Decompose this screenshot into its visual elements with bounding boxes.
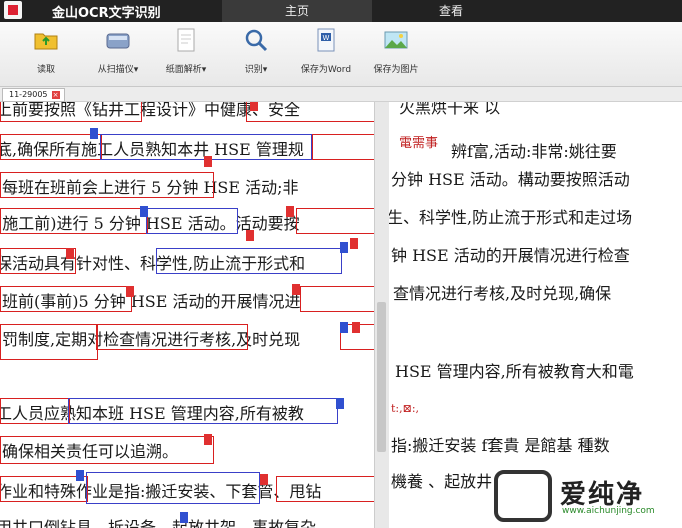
blue-marker-icon (140, 206, 148, 217)
recognition-box[interactable] (0, 476, 88, 502)
save-word-label: 保存为Word (300, 65, 352, 75)
blue-marker-icon (90, 128, 98, 139)
recognition-box[interactable] (0, 134, 102, 160)
page-analyze-icon (177, 28, 195, 52)
blue-marker-icon (340, 242, 348, 253)
recognition-box[interactable] (0, 286, 132, 312)
recognition-box[interactable] (0, 248, 76, 274)
recognition-box[interactable] (276, 476, 374, 502)
save-image-label: 保存为图片 (373, 65, 419, 75)
vertical-scrollbar[interactable] (374, 102, 389, 528)
app-title: 金山OCR文字识别 (52, 6, 161, 21)
close-icon[interactable]: × (51, 90, 60, 99)
ribbon-toolbar: 读取 从扫描仪▾ 纸面解析▾ 识别▾ W 保存为Word 保存为图片 (0, 22, 682, 87)
result-text-line: 火黑烘干来 以 (399, 102, 501, 117)
recognize-button[interactable]: 识别▾ (224, 26, 288, 75)
recognition-box[interactable] (246, 102, 374, 122)
blue-marker-icon (336, 398, 344, 409)
scrollbar-thumb[interactable] (377, 302, 386, 452)
result-pane[interactable]: 火黑烘干来 以 電需事 辨f富,活动:非常:姚往要 分钟 HSE 活动。構动要按… (389, 102, 682, 528)
result-text-line: 查情况进行考核,及时兑现,确保 (393, 284, 612, 303)
red-marker-icon (292, 284, 300, 295)
blue-marker-icon (180, 512, 188, 523)
read-button[interactable]: 读取 (14, 26, 78, 75)
watermark-url: www.aichunjing.com (562, 506, 655, 516)
result-text-line: 辨f富,活动:非常:姚往要 (451, 142, 617, 161)
recognition-box[interactable] (156, 248, 342, 274)
result-text-line: HSE 管理内容,所有被教育大和電 (395, 362, 634, 381)
svg-text:W: W (323, 34, 330, 42)
result-text-line: 生、科学性,防止流于形式和走过场 (389, 208, 633, 227)
red-marker-icon (260, 474, 268, 485)
recognition-box[interactable] (96, 324, 248, 350)
magnifier-icon (245, 29, 268, 52)
scanner-icon (106, 33, 130, 49)
recognition-box[interactable] (68, 398, 338, 424)
save-image-button[interactable]: 保存为图片 (364, 26, 428, 75)
scan-label: 从扫描仪▾ (97, 65, 139, 75)
blue-marker-icon (76, 470, 84, 481)
recognition-box[interactable] (312, 134, 374, 160)
tab-home[interactable]: 主页 (222, 0, 372, 22)
blue-marker-icon (340, 322, 348, 333)
folder-icon (34, 33, 58, 50)
recognition-box[interactable] (0, 436, 214, 464)
document-tab[interactable]: 11-29005 × (2, 88, 65, 102)
result-text-line: t:,⊠:, (391, 402, 420, 415)
recognition-box[interactable] (0, 102, 142, 122)
red-marker-icon (204, 434, 212, 445)
red-marker-icon (204, 156, 212, 167)
title-bar: 金山OCR文字识别 主页 查看 (0, 0, 682, 22)
red-marker-icon (286, 206, 294, 217)
image-pane[interactable]: 上前要按照《钻井工程设计》中健康、安全 底,确保所有施工人员熟知本井 HSE 管… (0, 102, 374, 528)
picture-icon (384, 31, 408, 49)
red-marker-icon (352, 322, 360, 333)
red-marker-icon (250, 102, 258, 111)
recognition-box[interactable] (0, 324, 98, 360)
recognition-box[interactable] (296, 208, 374, 234)
analyze-button[interactable]: 纸面解析▾ (154, 26, 218, 75)
red-marker-icon (246, 230, 254, 241)
scan-button[interactable]: 从扫描仪▾ (86, 26, 150, 75)
word-doc-icon: W (317, 28, 335, 52)
recognition-box[interactable] (300, 286, 374, 312)
result-text-line: 钟 HSE 活动的开展情况进行检查 (391, 246, 630, 265)
result-text-line: 機養 、起放井 (391, 472, 493, 491)
image-text-line: 用井口倒钻具、拆设备、起放井架、事故复杂 (0, 518, 317, 528)
red-marker-icon (350, 238, 358, 249)
recognize-label: 识别▾ (244, 65, 268, 75)
red-marker-icon (126, 286, 134, 297)
recognition-box[interactable] (0, 208, 148, 234)
document-tab-strip: 11-29005 × (0, 87, 682, 102)
recognition-box[interactable] (0, 398, 70, 424)
watermark-logo-icon (494, 470, 552, 522)
recognition-box[interactable] (86, 472, 260, 504)
read-label: 读取 (36, 65, 55, 75)
tab-view[interactable]: 查看 (376, 0, 526, 22)
document-tab-label: 11-29005 (9, 90, 48, 99)
app-logo-icon (4, 1, 22, 19)
recognition-box[interactable] (0, 172, 214, 198)
red-marker-icon (66, 248, 74, 259)
analyze-label: 纸面解析▾ (165, 65, 207, 75)
result-text-line: 電需事 (399, 136, 439, 151)
save-word-button[interactable]: W 保存为Word (294, 26, 358, 75)
result-text-line: 指:搬迁安装 f套貴 是館基 種数 (391, 436, 610, 455)
recognition-box[interactable] (146, 208, 238, 234)
result-text-line: 分钟 HSE 活动。構动要按照活动 (391, 170, 630, 189)
